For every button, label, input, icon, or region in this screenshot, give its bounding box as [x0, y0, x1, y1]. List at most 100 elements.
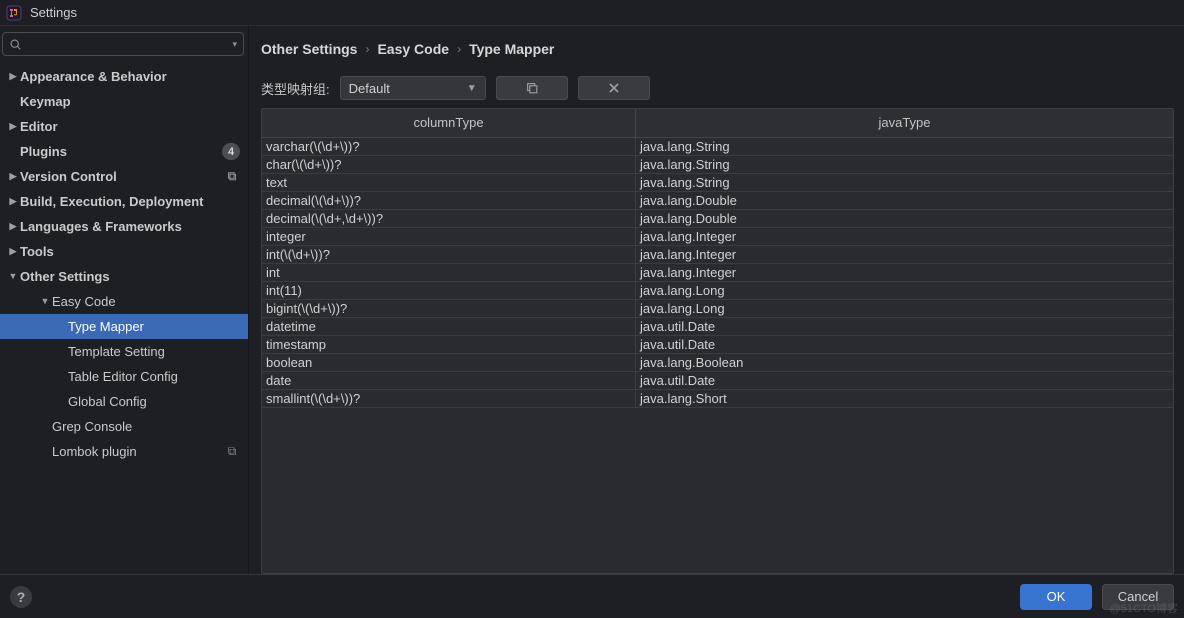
settings-search-input[interactable]	[26, 37, 232, 51]
sidebar-item[interactable]: Grep Console	[0, 414, 248, 439]
sidebar-item-label: Plugins	[20, 144, 216, 159]
table-row[interactable]: decimal(\(\d+,\d+\))?java.lang.Double	[262, 209, 1173, 227]
cell-columntype[interactable]: decimal(\(\d+\))?	[262, 191, 636, 209]
sidebar: ▾ Appearance & BehaviorKeymap Editor Plugi…	[0, 26, 249, 574]
table-row[interactable]: smallint(\(\d+\))?java.lang.Short	[262, 389, 1173, 407]
sidebar-item[interactable]: Lombok plugin⧉	[0, 439, 248, 464]
sidebar-item[interactable]: Appearance & Behavior	[0, 64, 248, 89]
sidebar-item[interactable]: Other Settings	[0, 264, 248, 289]
sidebar-item[interactable]: Type Mapper	[0, 314, 248, 339]
cell-javatype[interactable]: java.lang.Integer	[636, 227, 1174, 245]
cell-columntype[interactable]: int	[262, 263, 636, 281]
expand-caret-icon[interactable]	[6, 246, 20, 257]
sidebar-item[interactable]: Tools	[0, 239, 248, 264]
cell-javatype[interactable]: java.lang.Short	[636, 389, 1174, 407]
cell-javatype[interactable]: java.lang.String	[636, 137, 1174, 155]
project-scope-icon: ⧉	[224, 444, 240, 459]
cell-javatype[interactable]: java.lang.Boolean	[636, 353, 1174, 371]
sidebar-item[interactable]: Languages & Frameworks	[0, 214, 248, 239]
sidebar-item-label: Easy Code	[52, 294, 240, 309]
table-row[interactable]: int(11)java.lang.Long	[262, 281, 1173, 299]
table-row[interactable]: int(\(\d+\))?java.lang.Integer	[262, 245, 1173, 263]
breadcrumb-item[interactable]: Other Settings	[261, 41, 357, 57]
cell-javatype[interactable]: java.lang.Double	[636, 209, 1174, 227]
cell-columntype[interactable]: char(\(\d+\))?	[262, 155, 636, 173]
expand-caret-icon[interactable]	[6, 71, 20, 82]
sidebar-item[interactable]: Keymap	[0, 89, 248, 114]
breadcrumb-item[interactable]: Easy Code	[377, 41, 449, 57]
cell-javatype[interactable]: java.lang.Integer	[636, 245, 1174, 263]
sidebar-item-label: Other Settings	[20, 269, 240, 284]
cell-columntype[interactable]: integer	[262, 227, 636, 245]
table-row[interactable]: bigint(\(\d+\))?java.lang.Long	[262, 299, 1173, 317]
cell-javatype[interactable]: java.lang.String	[636, 155, 1174, 173]
group-dropdown[interactable]: Default ▼	[340, 76, 486, 100]
expand-caret-icon[interactable]	[6, 196, 20, 207]
column-header-columntype[interactable]: columnType	[262, 109, 636, 137]
table-row[interactable]: datejava.util.Date	[262, 371, 1173, 389]
sidebar-item[interactable]: Template Setting	[0, 339, 248, 364]
cell-javatype[interactable]: java.lang.String	[636, 173, 1174, 191]
cell-javatype[interactable]: java.lang.Integer	[636, 263, 1174, 281]
copy-icon	[525, 81, 539, 95]
expand-caret-icon[interactable]	[38, 296, 52, 307]
type-mapping-table[interactable]: columnType javaType varchar(\(\d+\))?jav…	[261, 108, 1174, 574]
sidebar-item-label: Editor	[20, 119, 240, 134]
cell-columntype[interactable]: timestamp	[262, 335, 636, 353]
sidebar-item[interactable]: Easy Code	[0, 289, 248, 314]
cell-columntype[interactable]: datetime	[262, 317, 636, 335]
cell-columntype[interactable]: bigint(\(\d+\))?	[262, 299, 636, 317]
help-button[interactable]: ?	[10, 586, 32, 608]
cell-columntype[interactable]: varchar(\(\d+\))?	[262, 137, 636, 155]
cell-columntype[interactable]: int(11)	[262, 281, 636, 299]
expand-caret-icon[interactable]	[6, 271, 20, 282]
sidebar-item[interactable]: Plugins 4	[0, 139, 248, 164]
sidebar-item[interactable]: Editor	[0, 114, 248, 139]
cell-javatype[interactable]: java.lang.Long	[636, 281, 1174, 299]
cell-javatype[interactable]: java.util.Date	[636, 335, 1174, 353]
cell-columntype[interactable]: smallint(\(\d+\))?	[262, 389, 636, 407]
breadcrumb: Other Settings › Easy Code › Type Mapper	[261, 36, 1174, 62]
window-title: Settings	[30, 5, 77, 20]
cell-javatype[interactable]: java.util.Date	[636, 317, 1174, 335]
table-row[interactable]: integerjava.lang.Integer	[262, 227, 1173, 245]
count-badge: 4	[222, 143, 240, 160]
table-row[interactable]: char(\(\d+\))?java.lang.String	[262, 155, 1173, 173]
settings-search[interactable]: ▾	[2, 32, 244, 56]
cell-javatype[interactable]: java.util.Date	[636, 371, 1174, 389]
cell-columntype[interactable]: decimal(\(\d+,\d+\))?	[262, 209, 636, 227]
settings-tree[interactable]: Appearance & BehaviorKeymap Editor Plugins…	[0, 62, 248, 574]
expand-caret-icon[interactable]	[6, 221, 20, 232]
chevron-down-icon: ▼	[467, 83, 477, 94]
sidebar-item[interactable]: Build, Execution, Deployment	[0, 189, 248, 214]
expand-caret-icon[interactable]	[6, 121, 20, 132]
cancel-button[interactable]: Cancel	[1102, 584, 1174, 610]
dropdown-value: Default	[349, 81, 390, 96]
table-row[interactable]: booleanjava.lang.Boolean	[262, 353, 1173, 371]
delete-button[interactable]	[578, 76, 650, 100]
sidebar-item[interactable]: Table Editor Config	[0, 364, 248, 389]
table-row[interactable]: timestampjava.util.Date	[262, 335, 1173, 353]
sidebar-item-label: Lombok plugin	[52, 444, 224, 459]
table-empty-area[interactable]	[262, 408, 1173, 574]
cell-javatype[interactable]: java.lang.Long	[636, 299, 1174, 317]
column-header-javatype[interactable]: javaType	[636, 109, 1174, 137]
cell-javatype[interactable]: java.lang.Double	[636, 191, 1174, 209]
group-label: 类型映射组:	[261, 79, 330, 98]
table-row[interactable]: varchar(\(\d+\))?java.lang.String	[262, 137, 1173, 155]
cell-columntype[interactable]: date	[262, 371, 636, 389]
dialog-footer: ? OK Cancel	[0, 574, 1184, 618]
cell-columntype[interactable]: boolean	[262, 353, 636, 371]
table-row[interactable]: decimal(\(\d+\))?java.lang.Double	[262, 191, 1173, 209]
expand-caret-icon[interactable]	[6, 171, 20, 182]
sidebar-item-label: Languages & Frameworks	[20, 219, 240, 234]
table-row[interactable]: intjava.lang.Integer	[262, 263, 1173, 281]
copy-button[interactable]	[496, 76, 568, 100]
cell-columntype[interactable]: int(\(\d+\))?	[262, 245, 636, 263]
table-row[interactable]: datetimejava.util.Date	[262, 317, 1173, 335]
ok-button[interactable]: OK	[1020, 584, 1092, 610]
sidebar-item[interactable]: Global Config	[0, 389, 248, 414]
sidebar-item[interactable]: Version Control⧉	[0, 164, 248, 189]
cell-columntype[interactable]: text	[262, 173, 636, 191]
table-row[interactable]: textjava.lang.String	[262, 173, 1173, 191]
